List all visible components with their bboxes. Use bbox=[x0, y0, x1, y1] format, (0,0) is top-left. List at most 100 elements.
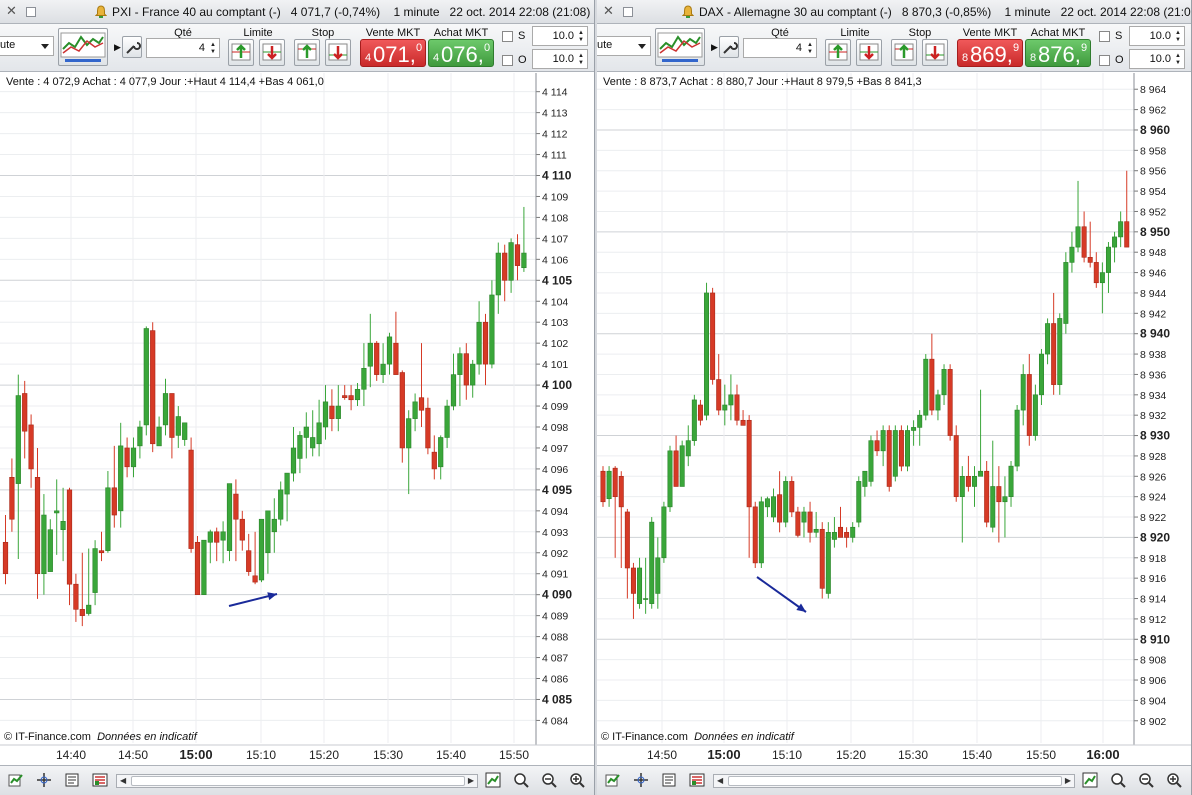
chart-export-icon[interactable] bbox=[605, 772, 621, 788]
y-tick-label: 4 098 bbox=[542, 422, 568, 434]
candle-body bbox=[1026, 374, 1032, 436]
candlestick-chart[interactable]: 8 964 8 962 8 960 8 958 8 956 8 954 8 952 8 950… bbox=[597, 73, 1191, 765]
crosshair-cursor-icon[interactable] bbox=[36, 772, 52, 788]
candle-body bbox=[367, 342, 373, 367]
stop-buy-button[interactable] bbox=[891, 39, 917, 66]
y-tick-label: 8 960 bbox=[1140, 123, 1170, 137]
objective-distance-input[interactable]: 10.0 ▲ ▼ bbox=[532, 49, 588, 69]
y-tick-label: 4 090 bbox=[542, 588, 572, 602]
candle-body bbox=[1081, 226, 1087, 258]
candle-body bbox=[406, 418, 412, 449]
alert-bell-icon[interactable] bbox=[682, 5, 694, 18]
alert-bell-icon[interactable] bbox=[95, 5, 107, 18]
candle-body bbox=[704, 292, 710, 416]
candle-body bbox=[801, 511, 807, 523]
limit-sell-button[interactable] bbox=[856, 39, 882, 66]
chevron-right-icon[interactable]: ▶ bbox=[711, 42, 718, 53]
zoom-in-icon[interactable] bbox=[1166, 772, 1182, 788]
autoscale-icon[interactable] bbox=[1082, 772, 1098, 788]
scroll-right-icon[interactable]: ▶ bbox=[1065, 776, 1071, 785]
candle-body bbox=[606, 470, 612, 500]
time-scrollbar[interactable]: ◀ ▶ bbox=[713, 774, 1075, 788]
zoom-in-icon[interactable] bbox=[569, 772, 585, 788]
maximize-icon[interactable] bbox=[26, 7, 36, 17]
candle-body bbox=[15, 395, 21, 484]
qty-stepper[interactable]: 4 ▲ ▼ bbox=[146, 38, 220, 58]
stop-distance-input[interactable]: 10.0 ▲ ▼ bbox=[532, 26, 588, 46]
wrench-icon[interactable] bbox=[122, 36, 142, 58]
stop-sell-button[interactable] bbox=[922, 39, 948, 66]
objective-check-label: O bbox=[1115, 54, 1124, 66]
qty-stepper[interactable]: 4 ▲ ▼ bbox=[743, 38, 817, 58]
sell-mkt-button[interactable]: 4 071, 0 bbox=[360, 39, 426, 67]
stop-check-label: S bbox=[518, 30, 526, 42]
buy-mkt-button[interactable]: 8 876, 9 bbox=[1025, 39, 1091, 67]
time-scrollbar[interactable]: ◀ ▶ bbox=[116, 774, 478, 788]
candle-body bbox=[710, 292, 716, 380]
period-select[interactable]: ute bbox=[0, 36, 54, 56]
zoom-fit-icon[interactable] bbox=[513, 772, 529, 788]
stop-checkbox[interactable] bbox=[502, 31, 513, 42]
stop-distance-input[interactable]: 10.0 ▲ ▼ bbox=[1129, 26, 1185, 46]
zoom-out-icon[interactable] bbox=[541, 772, 557, 788]
candle-body bbox=[856, 481, 862, 523]
maximize-icon[interactable] bbox=[623, 7, 633, 17]
candle-body bbox=[361, 368, 367, 390]
candle-body bbox=[911, 427, 917, 431]
buy-mkt-button[interactable]: 4 076, 0 bbox=[428, 39, 494, 67]
chart-background bbox=[597, 73, 1191, 765]
print-icon[interactable] bbox=[64, 772, 80, 788]
objective-distance-input[interactable]: 10.0 ▲ ▼ bbox=[1129, 49, 1185, 69]
order-toolbar: ute ▶ Qté 4 ▲ ▼ Limite Stop Vente MKT 8 869… bbox=[597, 24, 1191, 72]
print-icon[interactable] bbox=[661, 772, 677, 788]
candle-body bbox=[495, 252, 501, 296]
indicator-chart-icon[interactable] bbox=[655, 28, 705, 66]
window-titlebar: ✕ PXI - France 40 au comptant (-) 4 071,… bbox=[0, 0, 594, 24]
zoom-out-icon[interactable] bbox=[1138, 772, 1154, 788]
indicator-chart-icon[interactable] bbox=[58, 28, 108, 66]
candlestick-chart[interactable]: 4 114 4 113 4 112 4 111 4 110 4 109 4 108 4 107… bbox=[0, 73, 594, 765]
candle-body bbox=[444, 405, 450, 438]
stop-sell-button[interactable] bbox=[325, 39, 351, 66]
stop-label: Stop bbox=[311, 27, 335, 39]
period-select[interactable]: ute bbox=[597, 36, 651, 56]
y-tick-label: 8 954 bbox=[1140, 186, 1166, 198]
crosshair-cursor-icon[interactable] bbox=[633, 772, 649, 788]
chevron-right-icon[interactable]: ▶ bbox=[114, 42, 121, 53]
limit-buy-button[interactable] bbox=[825, 39, 851, 66]
objective-checkbox[interactable] bbox=[502, 55, 513, 66]
scrollbar-thumb[interactable] bbox=[131, 776, 465, 786]
close-icon[interactable]: ✕ bbox=[6, 4, 18, 17]
scroll-right-icon[interactable]: ▶ bbox=[468, 776, 474, 785]
candle-body bbox=[1008, 465, 1014, 497]
scroll-left-icon[interactable]: ◀ bbox=[120, 776, 126, 785]
stop-buy-button[interactable] bbox=[294, 39, 320, 66]
wrench-icon[interactable] bbox=[719, 36, 739, 58]
stop-checkbox[interactable] bbox=[1099, 31, 1110, 42]
candle-body bbox=[188, 449, 194, 549]
candle-body bbox=[310, 437, 316, 449]
autoscale-icon[interactable] bbox=[485, 772, 501, 788]
chart-export-icon[interactable] bbox=[8, 772, 24, 788]
limit-sell-button[interactable] bbox=[259, 39, 285, 66]
quote-info-line: Vente : 8 873,7 Achat : 8 880,7 Jour :+H… bbox=[603, 76, 922, 88]
objective-checkbox[interactable] bbox=[1099, 55, 1110, 66]
candle-body bbox=[105, 487, 111, 551]
limit-buy-button[interactable] bbox=[228, 39, 254, 66]
window-titlebar: ✕ DAX - Allemagne 30 au comptant (-) 8 8… bbox=[597, 0, 1191, 24]
candle-body bbox=[740, 419, 746, 426]
sell-mkt-button[interactable]: 8 869, 9 bbox=[957, 39, 1023, 67]
candle-body bbox=[194, 541, 201, 595]
close-icon[interactable]: ✕ bbox=[603, 4, 615, 17]
candle-body bbox=[41, 514, 47, 575]
scroll-left-icon[interactable]: ◀ bbox=[717, 776, 723, 785]
candle-body bbox=[22, 393, 28, 432]
zoom-fit-icon[interactable] bbox=[1110, 772, 1126, 788]
candle-body bbox=[789, 481, 795, 513]
indicators-icon[interactable] bbox=[92, 772, 108, 788]
candle-body bbox=[880, 430, 886, 452]
candle-body bbox=[868, 440, 874, 482]
scrollbar-thumb[interactable] bbox=[728, 776, 1062, 786]
indicators-icon[interactable] bbox=[689, 772, 705, 788]
candle-body bbox=[482, 321, 489, 365]
